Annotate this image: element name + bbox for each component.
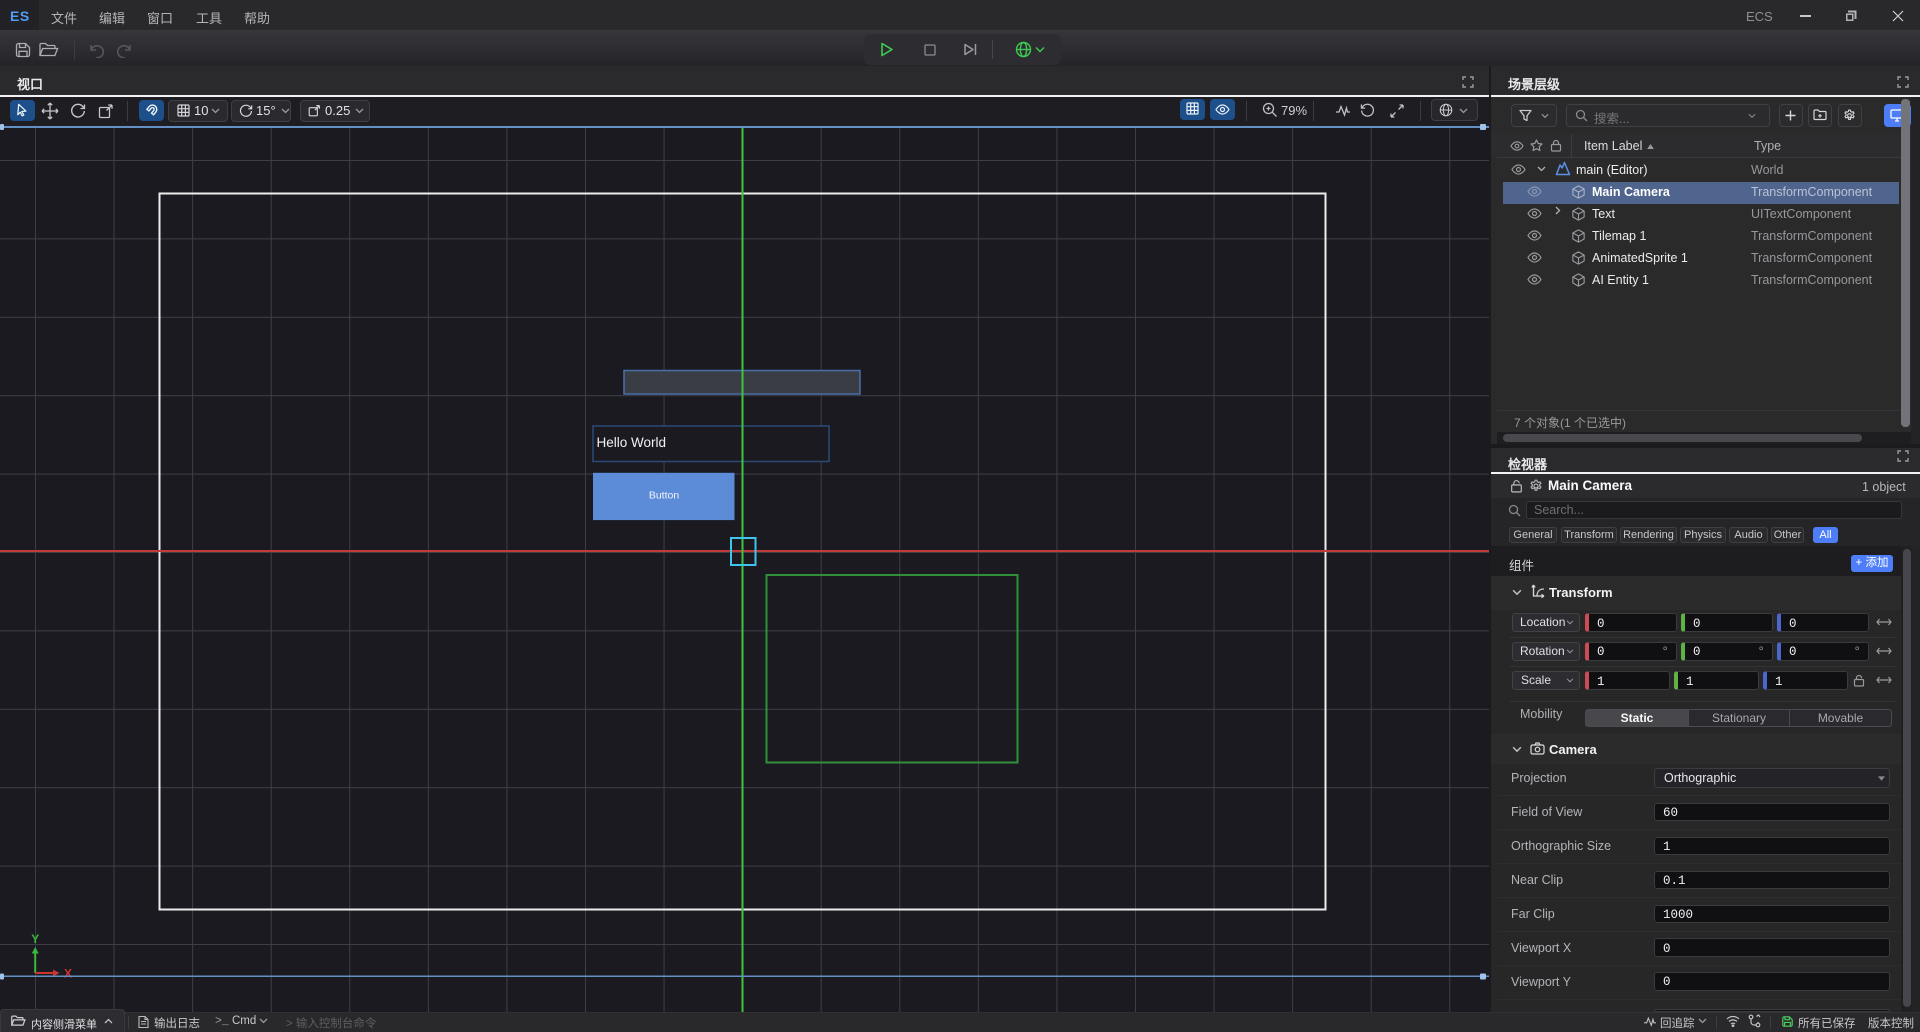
svg-text:Hello World: Hello World xyxy=(597,435,667,450)
svg-text:X: X xyxy=(64,967,72,981)
svg-text:Y: Y xyxy=(31,932,39,946)
svg-text:Button: Button xyxy=(649,490,680,502)
